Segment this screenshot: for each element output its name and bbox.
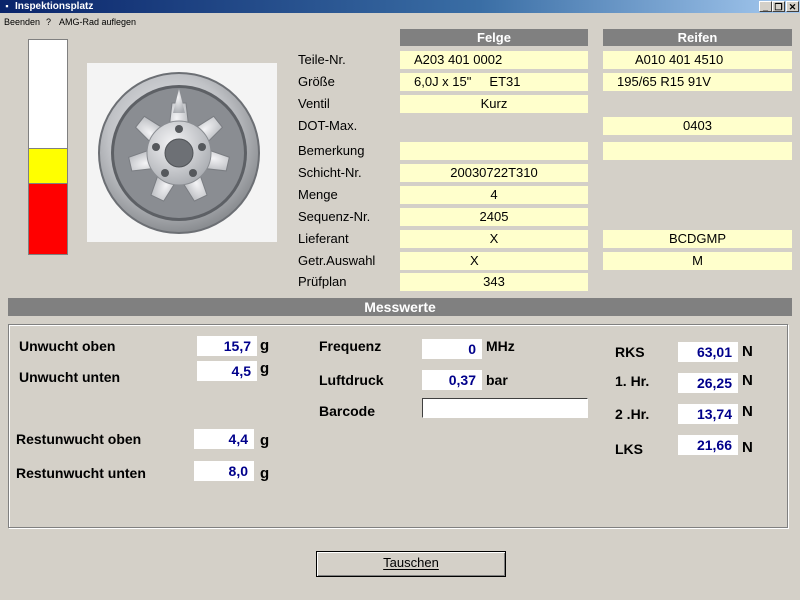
label-barcode: Barcode: [319, 403, 376, 419]
felge-getr-auswahl: X: [400, 252, 588, 270]
menu-item-beenden[interactable]: Beenden: [4, 14, 40, 30]
felge-teile-nr: A203 401 0002: [400, 51, 588, 69]
title-bar[interactable]: ▪ Inspektionsplatz _ ❐ ✕: [0, 0, 800, 13]
value-hr1: 26,25: [678, 373, 738, 393]
label-restunwucht-oben: Restunwucht oben: [16, 431, 142, 447]
value-luftdruck: 0,37: [422, 370, 482, 390]
unit-hr2: N: [742, 403, 753, 420]
indicator-white-segment: [29, 40, 67, 148]
value-restunwucht-unten: 8,0: [194, 461, 254, 481]
unit-restunwucht-unten: g: [260, 465, 270, 482]
reifen-getr-auswahl: M: [603, 252, 792, 270]
reifen-teile-nr: A010 401 4510: [603, 51, 792, 69]
label-ventil: Ventil: [298, 96, 330, 111]
reifen-groesse: 195/65 R15 91V: [603, 73, 792, 91]
unit-unwucht-unten: g: [260, 360, 270, 377]
value-unwucht-unten: 4,5: [197, 361, 257, 381]
felge-ventil: Kurz: [400, 95, 588, 113]
value-frequenz: 0: [422, 339, 482, 359]
status-indicator: [28, 39, 68, 255]
label-dot-max: DOT-Max.: [298, 118, 358, 133]
label-luftdruck: Luftdruck: [319, 372, 384, 388]
felge-sequenz-nr: 2405: [400, 208, 588, 226]
unit-rks: N: [742, 343, 753, 360]
barcode-input[interactable]: [422, 398, 588, 418]
app-icon[interactable]: ▪: [2, 1, 12, 11]
indicator-yellow-segment: [29, 148, 67, 184]
label-schicht-nr: Schicht-Nr.: [298, 165, 362, 180]
value-hr2: 13,74: [678, 404, 738, 424]
label-restunwucht-unten: Restunwucht unten: [16, 465, 146, 481]
label-unwucht-oben: Unwucht oben: [19, 338, 116, 354]
wheel-image: [87, 63, 277, 242]
menu-item-amg-rad-auflegen[interactable]: AMG-Rad auflegen: [59, 14, 136, 30]
messwerte-panel: [8, 324, 788, 528]
unit-hr1: N: [742, 372, 753, 389]
header-reifen: Reifen: [603, 29, 792, 46]
label-frequenz: Frequenz: [319, 338, 382, 354]
label-menge: Menge: [298, 187, 338, 202]
label-unwucht-unten: Unwucht unten: [19, 369, 121, 385]
reifen-lieferant: BCDGMP: [603, 230, 792, 248]
felge-pruefplan: 343: [400, 273, 588, 291]
value-lks: 21,66: [678, 435, 738, 455]
label-lieferant: Lieferant: [298, 231, 349, 246]
felge-bemerkung: [400, 142, 588, 160]
messwerte-header: Messwerte: [8, 298, 792, 316]
label-getr-auswahl: Getr.Auswahl: [298, 253, 376, 268]
value-unwucht-oben: 15,7: [197, 336, 257, 356]
unit-unwucht-oben: g: [260, 337, 270, 354]
indicator-red-segment: [29, 184, 67, 254]
menu-bar: Beenden ? AMG-Rad auflegen: [0, 14, 800, 30]
label-hr1: 1. Hr.: [615, 373, 650, 389]
value-rks: 63,01: [678, 342, 738, 362]
label-bemerkung: Bemerkung: [298, 143, 365, 158]
label-sequenz-nr: Sequenz-Nr.: [298, 209, 371, 224]
unit-lks: N: [742, 439, 753, 456]
label-rks: RKS: [615, 344, 645, 360]
label-groesse: Größe: [298, 74, 335, 89]
unit-restunwucht-oben: g: [260, 432, 270, 449]
value-restunwucht-oben: 4,4: [194, 429, 254, 449]
felge-schicht-nr: 20030722T310: [400, 164, 588, 182]
label-teile-nr: Teile-Nr.: [298, 52, 346, 67]
label-hr2: 2 .Hr.: [615, 406, 650, 422]
reifen-bemerkung: [603, 142, 792, 160]
close-button[interactable]: ✕: [786, 1, 799, 12]
unit-frequenz: MHz: [486, 338, 515, 354]
window-title: Inspektionsplatz: [15, 1, 94, 12]
felge-menge: 4: [400, 186, 588, 204]
tauschen-button[interactable]: Tauschen: [316, 551, 506, 577]
felge-lieferant: X: [400, 230, 588, 248]
header-felge: Felge: [400, 29, 588, 46]
unit-luftdruck: bar: [486, 372, 508, 388]
menu-item-help[interactable]: ?: [46, 14, 51, 30]
restore-button[interactable]: ❐: [772, 1, 785, 12]
label-lks: LKS: [615, 441, 643, 457]
label-pruefplan: Prüfplan: [298, 274, 347, 289]
reifen-dot-max: 0403: [603, 117, 792, 135]
felge-groesse: 6,0J x 15" ET31: [400, 73, 588, 91]
minimize-button[interactable]: _: [759, 1, 772, 12]
